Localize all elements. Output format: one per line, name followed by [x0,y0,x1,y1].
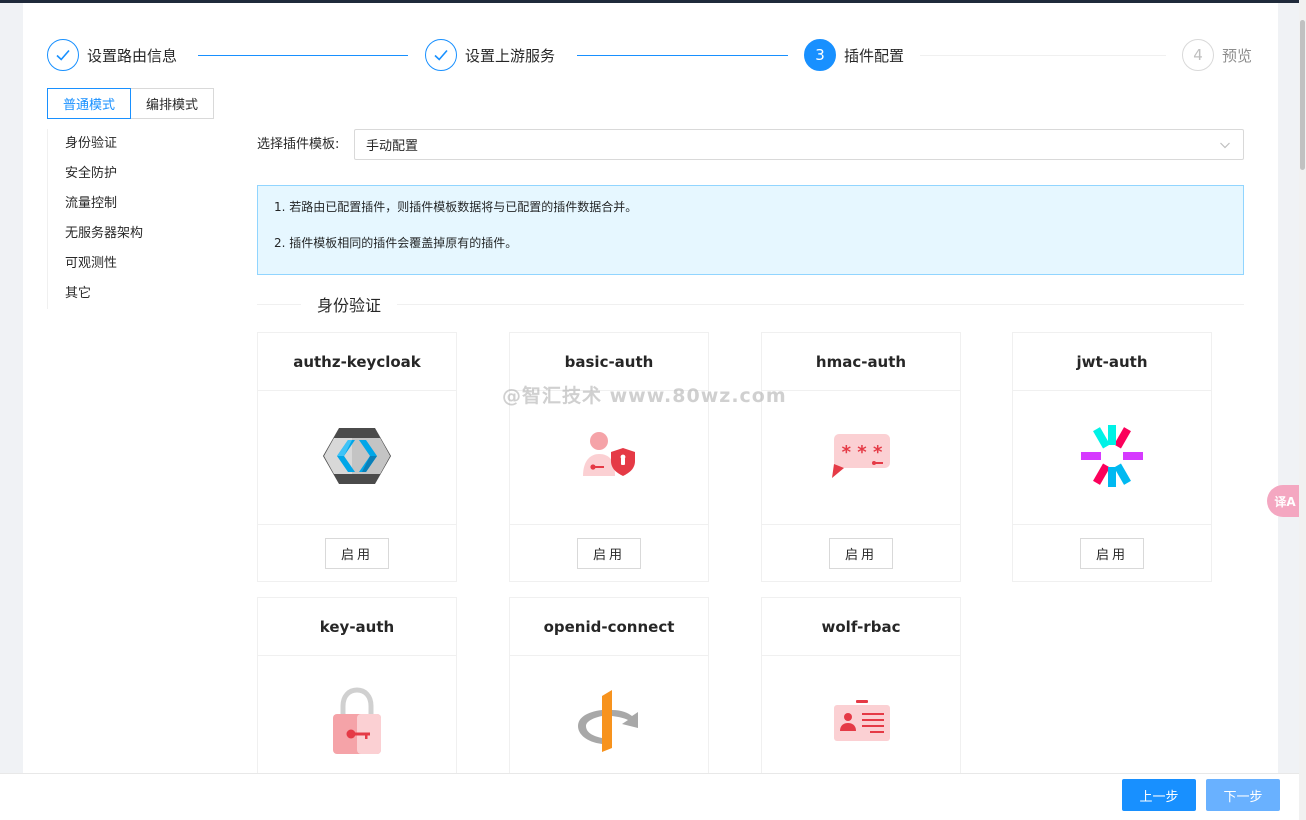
step-title: 预览 [1222,46,1253,65]
step-upstream: 设置上游服务 [425,39,555,71]
step-connector [577,55,788,56]
keycloak-icon [322,426,392,490]
footer-bar [0,773,1299,820]
menu-item-serverless[interactable]: 无服务器架构 [48,219,227,249]
check-icon [47,39,79,71]
next-step-button[interactable]: 下一步 [1206,779,1280,811]
prev-step-button[interactable]: 上一步 [1122,779,1196,811]
section-title: 身份验证 [317,296,382,315]
alert-line: 1. 若路由已配置插件，则插件模板数据将与已配置的插件数据合并。 [274,200,638,214]
plugin-category-menu: 身份验证 安全防护 流量控制 无服务器架构 可观测性 其它 [47,129,227,309]
enable-button[interactable]: 启用 [1079,537,1144,569]
plugin-card: openid-connect [509,597,709,773]
step-title: 设置上游服务 [465,46,556,65]
menu-item-observability[interactable]: 可观测性 [48,249,227,279]
enable-button[interactable]: 启用 [828,537,893,569]
watermark: @智汇技术 www.80wz.com [502,385,787,407]
enable-button[interactable]: 启用 [576,537,641,569]
menu-item-authentication[interactable]: 身份验证 [48,129,227,159]
step-preview: 4 预览 [1182,39,1252,71]
plugin-card: wolf-rbac [761,597,961,773]
plugin-name: key-auth [258,598,456,656]
step-title: 插件配置 [844,46,905,65]
scrollbar-thumb[interactable] [1300,20,1305,170]
check-icon [425,39,457,71]
template-label: 选择插件模板: [257,137,340,152]
padlock-icon [327,686,387,760]
jwt-icon [1076,424,1148,492]
password-bubble-icon: * * * [830,430,892,486]
svg-text:* * *: * * * [842,442,883,463]
step-number: 3 [804,39,836,71]
plugin-card: key-auth [257,597,457,773]
normal-mode-tab[interactable]: 普通模式 [47,88,132,119]
plugin-name: jwt-auth [1013,333,1211,391]
translate-button[interactable]: 译A [1267,485,1303,517]
plugin-card: jwt-auth 启用 [1012,332,1212,582]
chevron-down-icon [1219,139,1231,155]
menu-item-other[interactable]: 其它 [48,279,227,309]
menu-item-traffic-control[interactable]: 流量控制 [48,189,227,219]
page-scrollbar[interactable] [1299,0,1306,820]
step-connector [920,55,1166,56]
openid-icon [576,688,642,758]
orchestration-mode-tab[interactable]: 编排模式 [130,88,215,119]
step-number: 4 [1182,39,1214,71]
info-alert: 1. 若路由已配置插件，则插件模板数据将与已配置的插件数据合并。 2. 插件模板… [257,185,1244,275]
step-plugin-config: 3 插件配置 [804,39,904,71]
plugin-name: hmac-auth [762,333,960,391]
section-divider: 身份验证 [257,293,1244,315]
step-title: 设置路由信息 [87,46,178,65]
enable-button[interactable]: 启用 [324,537,389,569]
step-connector [198,55,408,56]
plugin-name: wolf-rbac [762,598,960,656]
template-select[interactable]: 手动配置 [354,129,1244,160]
mode-switch: 普通模式 编排模式 [47,88,215,119]
plugin-card: hmac-auth * * * 启用 [761,332,961,582]
plugin-name: openid-connect [510,598,708,656]
user-shield-icon [579,428,639,488]
step-route-info: 设置路由信息 [47,39,177,71]
alert-line: 2. 插件模板相同的插件会覆盖掉原有的插件。 [274,236,518,250]
menu-item-security[interactable]: 安全防护 [48,159,227,189]
template-select-value: 手动配置 [366,139,419,154]
plugin-name: authz-keycloak [258,333,456,391]
plugin-card: basic-auth 启用 [509,332,709,582]
id-card-icon [830,697,892,749]
plugin-card: authz-keycloak 启用 [257,332,457,582]
